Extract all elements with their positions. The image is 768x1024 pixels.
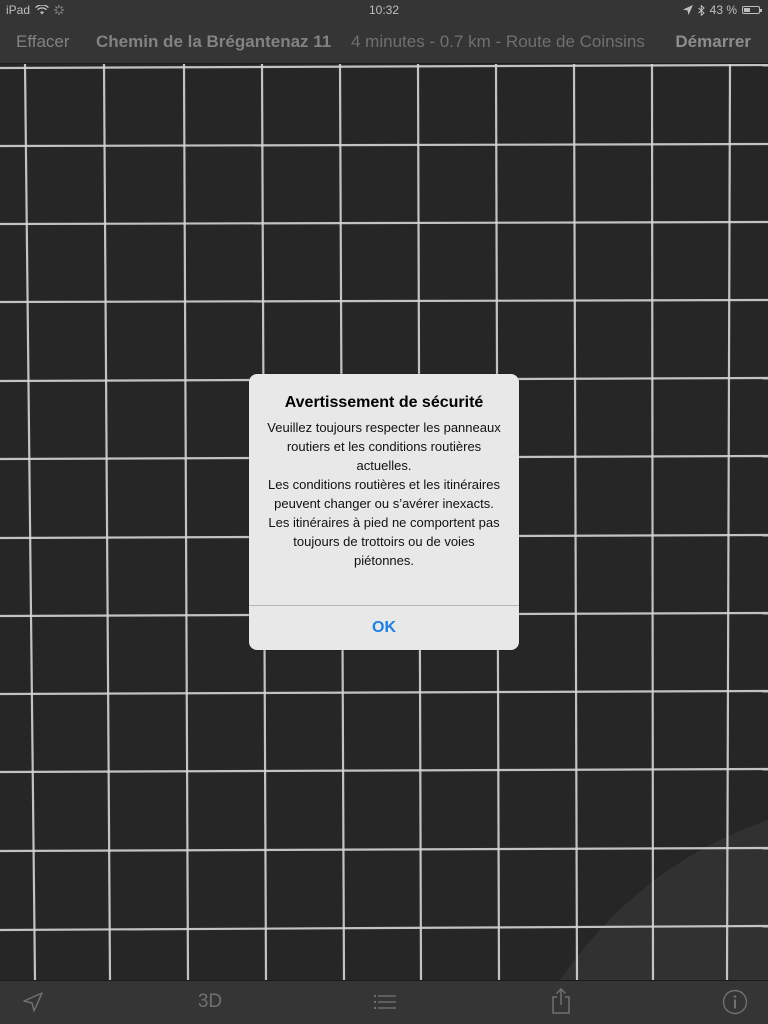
alert-paragraph: Les itinéraires à pied ne comportent pas… <box>268 515 500 568</box>
alert-paragraph: Veuillez toujours respecter les panneaux… <box>267 420 501 473</box>
alert-paragraph: Les conditions routières et les itinérai… <box>268 477 500 511</box>
safety-warning-alert: Avertissement de sécurité Veuillez toujo… <box>249 374 519 650</box>
alert-title: Avertissement de sécurité <box>284 394 484 411</box>
alert-message: Veuillez toujours respecter les panneaux… <box>263 418 505 570</box>
ok-button[interactable]: OK <box>249 606 519 650</box>
